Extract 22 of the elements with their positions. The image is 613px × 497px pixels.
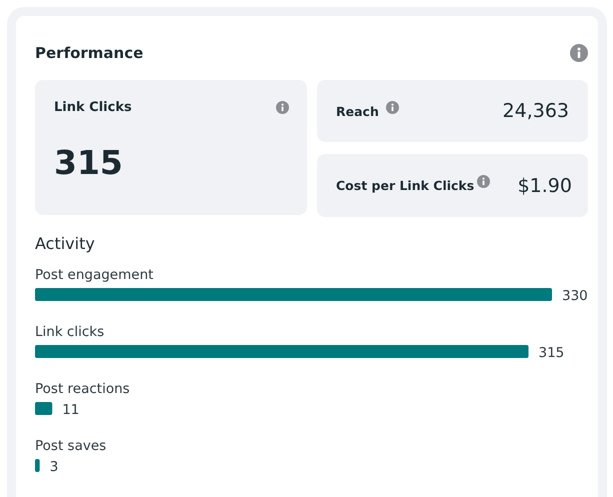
- section-title: Activity: [35, 234, 96, 253]
- metric-label: Reach: [336, 104, 379, 118]
- activity-bar: [35, 459, 40, 472]
- metric-label: Cost per Link Clicks: [336, 178, 474, 193]
- info-icon[interactable]: [386, 100, 399, 114]
- metric-value: 315: [54, 143, 124, 182]
- info-icon[interactable]: [570, 44, 588, 62]
- data-label: 315: [538, 345, 564, 361]
- data-label: 11: [62, 402, 80, 418]
- metric-value: 24,363: [502, 100, 569, 122]
- metric-value: $1.90: [518, 174, 572, 196]
- category-label: Post reactions: [35, 381, 130, 397]
- category-label: Link clicks: [35, 324, 104, 340]
- card-title: Performance: [35, 44, 144, 62]
- metric-label: Link Clicks: [54, 100, 132, 115]
- info-icon[interactable]: [477, 175, 490, 188]
- data-label: 330: [562, 288, 588, 304]
- activity-bar: [35, 402, 52, 415]
- data-label: 3: [50, 459, 58, 475]
- category-label: Post saves: [35, 438, 106, 454]
- category-label: Post engagement: [35, 267, 154, 283]
- info-icon[interactable]: [276, 101, 289, 114]
